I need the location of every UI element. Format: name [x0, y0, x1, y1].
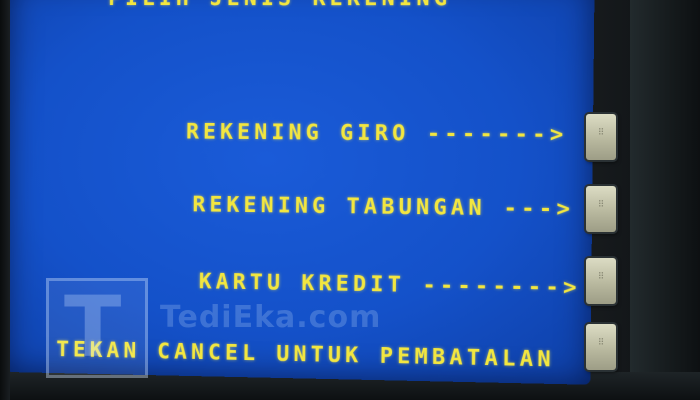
option-leader: -------- [422, 272, 564, 300]
option-rekening-tabungan[interactable]: REKENING TABUNGAN ---> [192, 192, 574, 221]
option-leader: ------- [426, 120, 550, 147]
option-leader: --- [503, 195, 557, 221]
atm-left-edge [0, 0, 10, 400]
function-key-2[interactable]: ⠿ [586, 186, 616, 232]
braille-icon: ⠿ [597, 272, 605, 282]
watermark-text: TediEka.com [160, 300, 382, 335]
screen-heading: PILIH JENIS REKENING [108, 0, 451, 10]
function-key-1[interactable]: ⠿ [586, 114, 616, 160]
watermark-logo-letter: T [64, 278, 122, 376]
braille-icon: ⠿ [597, 200, 605, 210]
option-kartu-kredit[interactable]: KARTU KREDIT --------> [199, 269, 581, 300]
function-key-3[interactable]: ⠿ [586, 258, 616, 304]
option-label: REKENING GIRO [185, 119, 410, 146]
option-label: KARTU KREDIT [198, 269, 406, 297]
option-label: REKENING TABUNGAN [192, 192, 487, 221]
chevron-right-icon: > [556, 196, 575, 222]
function-key-4[interactable]: ⠿ [586, 324, 616, 370]
chevron-right-icon: > [549, 121, 568, 147]
option-rekening-giro[interactable]: REKENING GIRO -------> [186, 119, 568, 146]
atm-side-panel [630, 0, 700, 400]
chevron-right-icon: > [562, 274, 581, 300]
braille-icon: ⠿ [597, 338, 605, 348]
braille-icon: ⠿ [597, 128, 605, 138]
